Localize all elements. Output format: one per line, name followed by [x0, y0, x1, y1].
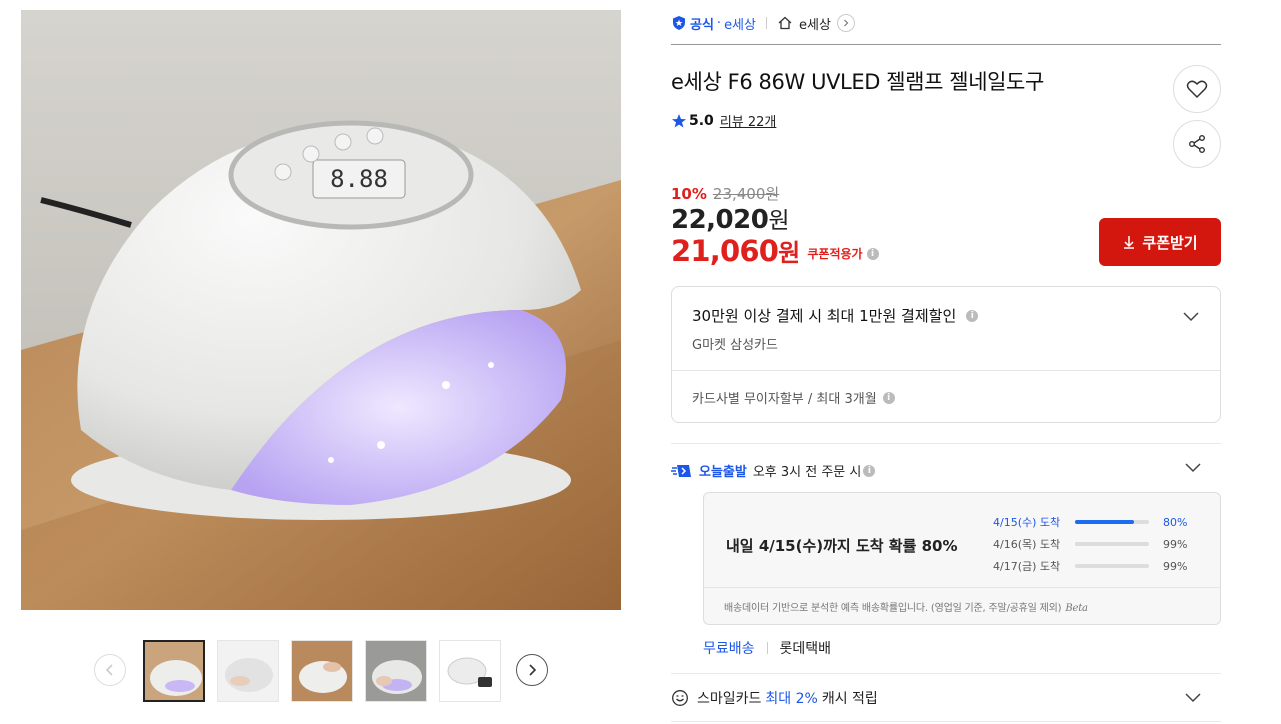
main-product-image[interactable]: 8.88	[21, 10, 621, 610]
card-benefit-box: 30만원 이상 결제 시 최대 1만원 결제할인 i G마켓 삼성카드 카드사별…	[671, 286, 1221, 423]
wishlist-button[interactable]	[1173, 65, 1221, 113]
arrival-date: 4/15(수) 도착	[993, 516, 1061, 529]
coupon-price-tag: 쿠폰적용가	[807, 247, 863, 261]
info-icon[interactable]: i	[966, 309, 979, 322]
rating-summary: 5.0 리뷰 22개	[671, 111, 776, 130]
store-arrow	[836, 14, 855, 32]
official-label: 공식	[690, 17, 714, 33]
arrival-date: 4/17(금) 도착	[993, 560, 1061, 573]
shipping-row: 무료배송 롯데택배	[703, 638, 831, 658]
header-divider	[671, 44, 1221, 45]
official-badge-icon	[673, 16, 685, 30]
sale-price-amount: 22,020	[671, 205, 769, 235]
arrival-bar-fill	[1075, 520, 1135, 524]
thumbnail-4[interactable]	[365, 640, 427, 702]
svg-text:8.88: 8.88	[330, 165, 388, 193]
installment-text: 카드사별 무이자할부 / 최대 3개월	[692, 392, 877, 407]
today-shipping-label: 오늘출발	[699, 465, 747, 480]
arrival-divider	[704, 587, 1220, 588]
smile-card-label: 스마일카드	[697, 691, 762, 707]
heart-icon	[1186, 80, 1208, 99]
arrival-row: 4/15(수) 도착 80%	[993, 511, 1203, 533]
benefit-divider	[672, 370, 1220, 371]
dot-separator: ·	[716, 15, 722, 31]
get-coupon-label: 쿠폰받기	[1142, 233, 1198, 252]
arrival-row: 4/16(목) 도착 99%	[993, 533, 1203, 555]
home-icon	[778, 16, 792, 30]
crumb-divider	[765, 17, 767, 29]
coupon-price-amount: 21,060	[671, 234, 779, 268]
chevron-down-icon[interactable]	[1182, 311, 1200, 323]
share-button[interactable]	[1173, 120, 1221, 168]
carrier-name: 롯데택배	[779, 641, 832, 657]
smile-card-row[interactable]: 스마일카드 최대 2% 캐시 적립	[671, 688, 878, 708]
info-icon[interactable]: i	[882, 391, 895, 404]
thumbnail-5[interactable]	[439, 640, 501, 702]
review-count-link[interactable]: 리뷰 22개	[720, 111, 777, 130]
arrival-pct: 80%	[1163, 515, 1188, 529]
smile-card-suffix: 캐시 적립	[821, 691, 878, 707]
card-name: G마켓 삼성카드	[692, 338, 778, 353]
arrival-row: 4/17(금) 도착 99%	[993, 555, 1203, 577]
today-shipping-row: 오늘출발 오후 3시 전 주문 시 i	[671, 461, 876, 480]
installment-info: 카드사별 무이자할부 / 최대 3개월 i	[692, 388, 895, 407]
chevron-left-icon	[105, 664, 113, 676]
star-icon	[672, 113, 686, 127]
card-discount-title[interactable]: 30만원 이상 결제 시 최대 1만원 결제할인 i	[692, 305, 979, 326]
info-icon[interactable]: i	[866, 247, 879, 260]
arrival-headline: 내일 4/15(수)까지 도착 확률 80%	[726, 537, 958, 555]
product-info-panel: 공식 · e세상 e세상 e세상 F6 86W UVLED 젤램프 젤네일도구	[671, 0, 1221, 724]
official-store-link[interactable]: 공식 · e세상	[671, 14, 756, 33]
sale-price: 22,020원	[671, 201, 790, 235]
breadcrumb: 공식 · e세상 e세상	[671, 12, 855, 34]
chevron-down-icon[interactable]	[1184, 692, 1202, 704]
rating-score: 5.0	[689, 112, 714, 129]
thumbnail-1[interactable]	[143, 640, 205, 702]
chevron-right-icon	[529, 664, 537, 676]
smile-icon	[672, 690, 688, 706]
arrival-probability-box: 내일 4/15(수)까지 도착 확률 80% 4/15(수) 도착 80% 4/…	[703, 492, 1221, 625]
thumb-next-button[interactable]	[516, 654, 548, 686]
download-icon	[1124, 236, 1135, 249]
arrival-note-text: 배송데이터 기반으로 분석한 예측 배송확률입니다. (영업일 기준, 주말/공…	[724, 603, 1062, 614]
arrival-pct: 99%	[1163, 537, 1188, 551]
arrival-date: 4/16(목) 도착	[993, 538, 1061, 551]
thumbnail-strip	[94, 640, 554, 702]
arrival-bar-fill	[1075, 564, 1149, 568]
chevron-right-icon	[843, 19, 849, 27]
store-name: e세상	[798, 17, 831, 33]
arrival-bar	[1075, 542, 1149, 546]
coupon-price: 21,060원 쿠폰적용가 i	[671, 233, 879, 268]
section-divider	[671, 673, 1221, 674]
shipping-divider	[766, 642, 768, 654]
arrival-note: 배송데이터 기반으로 분석한 예측 배송확률입니다. (영업일 기준, 주말/공…	[724, 599, 1088, 614]
section-divider	[671, 721, 1221, 722]
store-link[interactable]: e세상	[777, 14, 855, 33]
today-shipping-desc: 오후 3시 전 주문 시	[752, 465, 862, 480]
product-page: 8.88 공식 · e세상 e세상 e세상 F6 86W UVLED 젤램프 젤…	[0, 0, 1281, 724]
product-title: e세상 F6 86W UVLED 젤램프 젤네일도구	[671, 70, 1044, 94]
info-icon[interactable]: i	[863, 464, 876, 477]
arrival-bar-fill	[1075, 542, 1149, 546]
arrival-bar	[1075, 520, 1149, 524]
thumbnail-3[interactable]	[291, 640, 353, 702]
section-divider	[671, 443, 1221, 444]
arrival-bar	[1075, 564, 1149, 568]
sale-price-unit: 원	[768, 208, 790, 234]
discount-rate: 10%	[671, 184, 707, 203]
beta-label: Beta	[1065, 603, 1088, 614]
chevron-down-icon[interactable]	[1184, 462, 1202, 474]
smile-card-rate: 최대 2%	[765, 691, 818, 707]
thumb-prev-button[interactable]	[94, 654, 126, 686]
coupon-price-unit: 원	[778, 239, 800, 267]
card-discount-text: 30만원 이상 결제 시 최대 1만원 결제할인	[692, 307, 957, 325]
get-coupon-button[interactable]: 쿠폰받기	[1099, 218, 1221, 266]
share-icon	[1189, 135, 1205, 153]
free-shipping-label: 무료배송	[703, 641, 755, 657]
thumbnail-2[interactable]	[217, 640, 279, 702]
official-store-name: e세상	[724, 17, 756, 33]
truck-icon	[671, 464, 691, 477]
arrival-rows: 4/15(수) 도착 80% 4/16(목) 도착 99% 4/17(금) 도착…	[993, 511, 1203, 577]
arrival-pct: 99%	[1163, 559, 1188, 573]
